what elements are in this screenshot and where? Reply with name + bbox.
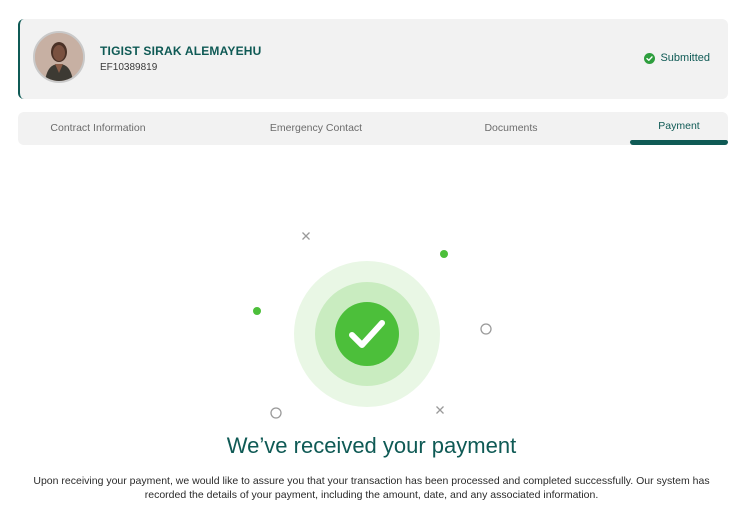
tab-documents[interactable]: Documents [448,112,574,145]
success-halo [294,261,440,407]
status-badge: Submitted [644,52,710,64]
decorative-confetti [253,232,492,419]
ring-icon [480,323,492,335]
payment-success-message: Upon receiving your payment, we would li… [33,475,710,501]
check-circle-icon [644,52,656,64]
dot-icon [253,307,261,315]
ring-icon [270,407,282,419]
profile-card: TIGIST SIRAK ALEMAYEHU EF10389819 Submit… [18,19,728,99]
active-tab-indicator [630,140,728,145]
status-text: Submitted [660,52,710,64]
check-mark-icon [335,302,399,366]
tab-emergency-contact[interactable]: Emergency Contact [236,112,396,145]
dot-icon [440,250,448,258]
employee-id: EF10389819 [100,62,158,73]
payment-success-headline: We’ve received your payment [226,433,517,458]
avatar [33,31,85,83]
cross-icon [302,232,310,240]
cross-icon [436,406,444,414]
tab-contract-information[interactable]: Contract Information [18,112,178,145]
employee-name: TIGIST SIRAK ALEMAYEHU [100,44,262,58]
tab-bar: Contract Information Emergency Contact D… [18,112,728,145]
